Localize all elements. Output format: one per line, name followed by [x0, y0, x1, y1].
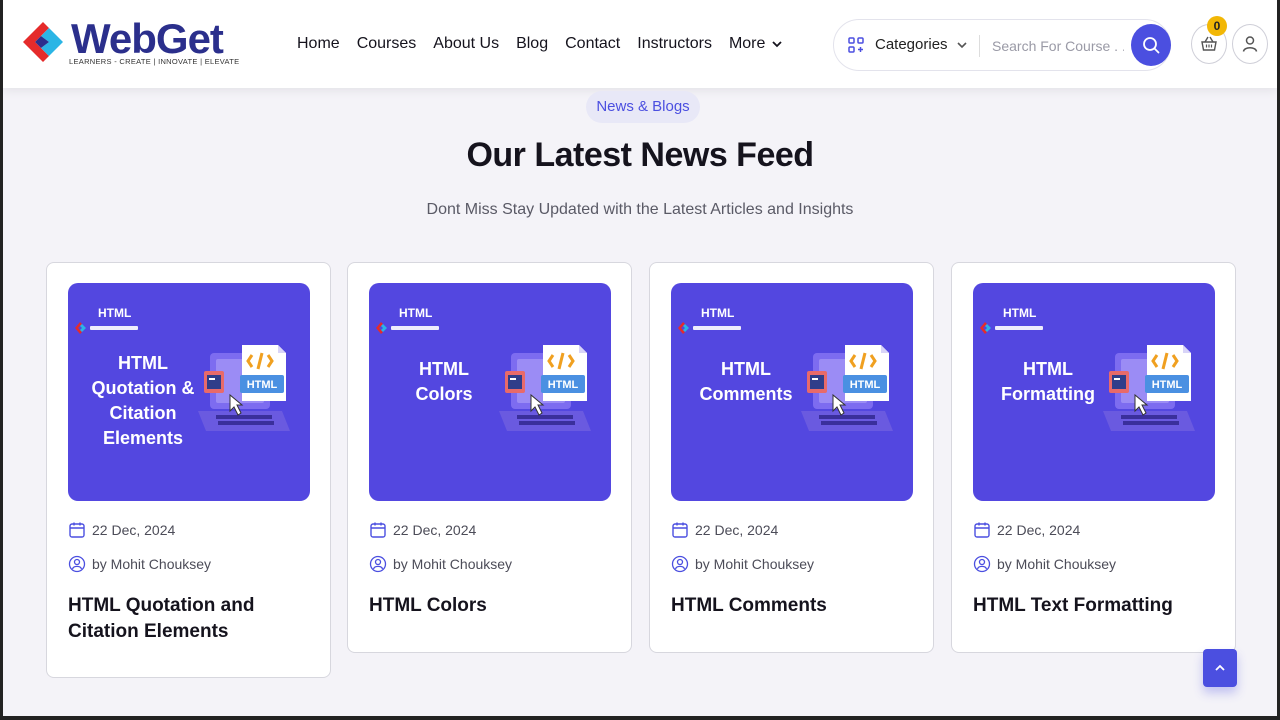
post-title[interactable]: HTML Quotation and Citation Elements — [68, 593, 313, 645]
thumb-title-line: Colors — [415, 384, 473, 404]
search-input[interactable] — [992, 34, 1124, 58]
logo-mark-icon — [23, 22, 63, 62]
nav-contact[interactable]: Contact — [565, 34, 620, 54]
user-circle-icon — [973, 555, 991, 573]
thumb-title-line: HTML — [721, 359, 771, 379]
art-code-label: HTML — [548, 379, 579, 391]
webget-mini-logo-icon — [75, 322, 138, 334]
chevron-down-icon — [772, 41, 783, 48]
thumb-title-line: Formatting — [1001, 384, 1095, 404]
calendar-icon — [974, 522, 990, 538]
main-nav: Home Courses About Us Blog Contact Instr… — [297, 34, 800, 54]
user-circle-icon — [369, 555, 387, 573]
blog-thumbnail[interactable]: HTML HTML Comments HTML — [671, 283, 913, 501]
laptop-code-illustration-icon: HTML — [801, 345, 893, 431]
post-title[interactable]: HTML Text Formatting — [973, 593, 1218, 619]
laptop-code-illustration-icon: HTML — [198, 345, 290, 431]
blog-card[interactable]: HTML HTML Formatting HTML 22 Dec, 2024 b… — [951, 262, 1236, 653]
blog-card[interactable]: HTML HTML Quotation & Citation Elements — [46, 262, 331, 678]
search-bar: Categories — [833, 19, 1171, 71]
chevron-down-icon[interactable] — [955, 38, 969, 52]
section-pill: News & Blogs — [586, 91, 700, 123]
nav-instructors[interactable]: Instructors — [637, 34, 712, 54]
thumb-title: HTML Comments — [681, 357, 811, 407]
blog-thumbnail[interactable]: HTML HTML Colors HTML — [369, 283, 611, 501]
webget-mini-logo-icon — [980, 322, 1043, 334]
thumb-title-line: Elements — [102, 428, 184, 448]
post-author-text: by Mohit Chouksey — [92, 556, 212, 572]
section-title: Our Latest News Feed — [466, 136, 814, 174]
nav-more-label: More — [728, 35, 766, 52]
user-circle-icon — [671, 555, 689, 573]
thumb-tag: HTML — [701, 306, 735, 320]
blog-thumbnail[interactable]: HTML HTML Quotation & Citation Elements — [68, 283, 310, 501]
thumb-title-line: Comments — [699, 384, 793, 404]
thumb-title: HTML Formatting — [983, 357, 1113, 407]
art-code-label: HTML — [850, 379, 881, 391]
search-button[interactable] — [1131, 24, 1171, 66]
thumb-title-line: Quotation & — [91, 378, 195, 398]
nav-blog[interactable]: Blog — [516, 34, 548, 54]
post-date-text: 22 Dec, 2024 — [695, 522, 779, 538]
post-date-text: 22 Dec, 2024 — [92, 522, 176, 538]
chevron-up-icon — [1215, 664, 1225, 671]
post-date: 22 Dec, 2024 — [671, 521, 778, 539]
thumb-tag: HTML — [399, 306, 433, 320]
art-code-label: HTML — [1152, 379, 1183, 391]
laptop-code-illustration-icon: HTML — [1103, 345, 1195, 431]
thumb-title-line: HTML — [419, 359, 469, 379]
nav-courses[interactable]: Courses — [357, 34, 417, 54]
thumb-tag: HTML — [98, 306, 132, 320]
webget-mini-logo-icon — [376, 322, 439, 334]
post-author: by Mohit Chouksey — [369, 555, 512, 573]
scroll-to-top-button[interactable] — [1203, 649, 1237, 687]
user-account-button[interactable] — [1232, 24, 1268, 64]
post-author-text: by Mohit Chouksey — [695, 556, 815, 572]
blog-card[interactable]: HTML HTML Comments HTML 22 Dec, 2024 by … — [649, 262, 934, 653]
post-author: by Mohit Chouksey — [68, 555, 211, 573]
thumb-title: HTML Quotation & Citation Elements — [78, 351, 208, 451]
calendar-icon — [370, 522, 386, 538]
cart-count-badge: 0 — [1207, 16, 1227, 36]
user-icon — [1242, 36, 1258, 52]
site-header: WebGet LEARNERS - CREATE | INNOVATE | EL… — [3, 0, 1277, 88]
post-date: 22 Dec, 2024 — [973, 521, 1080, 539]
post-author: by Mohit Chouksey — [973, 555, 1116, 573]
page: WebGet LEARNERS - CREATE | INNOVATE | EL… — [3, 0, 1277, 716]
thumb-title-line: HTML — [118, 353, 168, 373]
post-author-text: by Mohit Chouksey — [997, 556, 1117, 572]
post-title[interactable]: HTML Colors — [369, 593, 614, 619]
blog-thumbnail[interactable]: HTML HTML Formatting HTML — [973, 283, 1215, 501]
user-circle-icon — [68, 555, 86, 573]
blog-card[interactable]: HTML HTML Colors HTML 22 Dec, 2024 by Mo… — [347, 262, 632, 653]
webget-mini-logo-icon — [678, 322, 741, 334]
search-icon — [1143, 37, 1160, 54]
nav-more[interactable]: More — [729, 34, 783, 54]
post-date-text: 22 Dec, 2024 — [393, 522, 477, 538]
brand-tagline: LEARNERS - CREATE | INNOVATE | ELEVATE — [69, 57, 240, 66]
brand-logo[interactable]: WebGet LEARNERS - CREATE | INNOVATE | EL… — [19, 15, 239, 72]
post-date: 22 Dec, 2024 — [68, 521, 175, 539]
art-code-label: HTML — [247, 379, 278, 391]
search-divider — [979, 35, 980, 57]
calendar-icon — [69, 522, 85, 538]
post-author-text: by Mohit Chouksey — [393, 556, 513, 572]
nav-home[interactable]: Home — [297, 34, 340, 54]
thumb-title: HTML Colors — [379, 357, 509, 407]
laptop-code-illustration-icon: HTML — [499, 345, 591, 431]
thumb-tag: HTML — [1003, 306, 1037, 320]
section-subtitle: Dont Miss Stay Updated with the Latest A… — [426, 201, 854, 218]
nav-about-us[interactable]: About Us — [433, 34, 499, 54]
brand-name: WebGet — [71, 15, 224, 62]
thumb-title-line: HTML — [1023, 359, 1073, 379]
post-date: 22 Dec, 2024 — [369, 521, 476, 539]
calendar-icon — [672, 522, 688, 538]
categories-dropdown[interactable]: Categories — [875, 36, 948, 53]
post-author: by Mohit Chouksey — [671, 555, 814, 573]
post-title[interactable]: HTML Comments — [671, 593, 916, 619]
thumb-title-line: Citation — [109, 403, 177, 423]
basket-icon — [1201, 36, 1217, 51]
post-date-text: 22 Dec, 2024 — [997, 522, 1081, 538]
grid-icon — [848, 37, 864, 53]
